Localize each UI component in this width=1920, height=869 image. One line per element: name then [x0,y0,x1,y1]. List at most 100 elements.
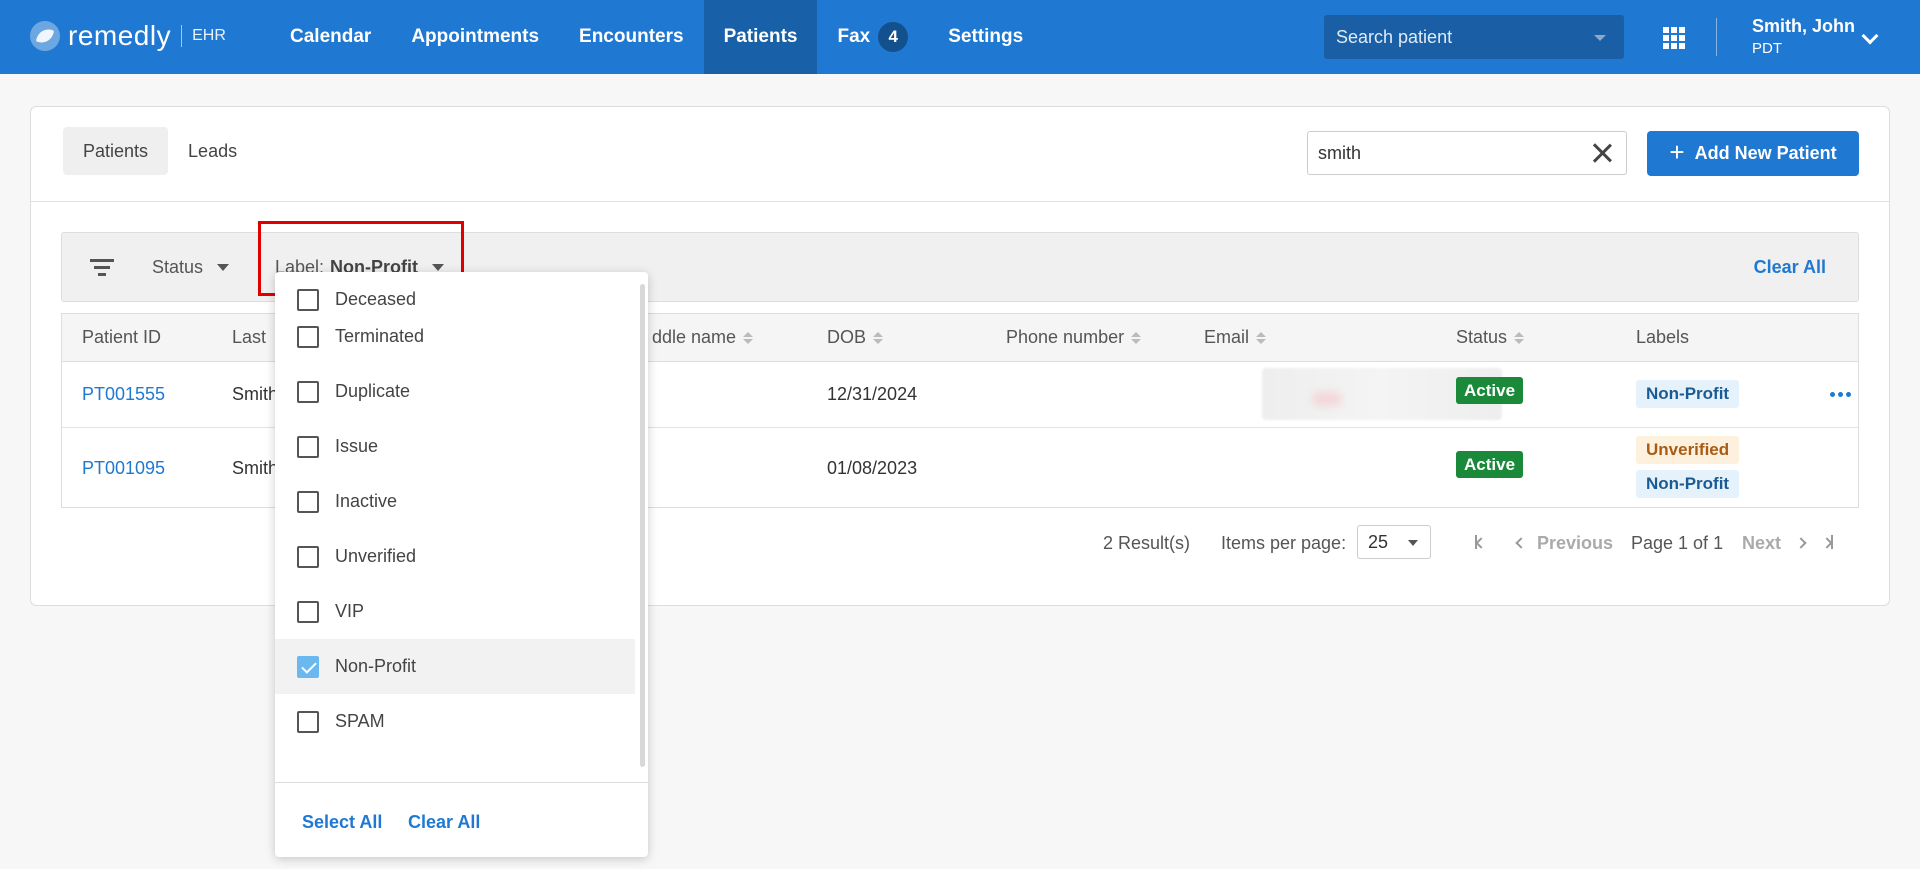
nav-appointments[interactable]: Appointments [391,0,559,74]
label-option-text: Inactive [335,491,398,511]
status-cell: Active [1456,377,1524,404]
chevron-down-icon[interactable] [1861,27,1879,45]
col-dob[interactable]: DOB [827,327,884,348]
col-middle-name-label: ddle name [652,327,737,347]
top-navbar: remedly EHR Calendar Appointments Encoun… [0,0,1920,74]
last-name-cell: Smith [232,384,279,404]
nav-fax-label: Fax [837,26,871,47]
col-email-label: Email [1204,327,1250,347]
checkbox-icon[interactable] [297,600,319,623]
brand-divider [181,25,183,47]
col-phone-label: Phone number [1006,327,1125,347]
label-badge: Non-Profit [1636,380,1740,408]
label-option-inactive[interactable]: Inactive [275,474,635,529]
label-option-issue[interactable]: Issue [275,419,635,474]
clear-search-icon[interactable] [1592,143,1612,163]
nav-calendar[interactable]: Calendar [270,0,391,74]
brand-name: remedly [68,20,172,51]
checkbox-icon[interactable] [297,545,319,568]
checkbox-icon[interactable] [297,380,319,403]
label-badge: Non-Profit [1636,470,1740,498]
patient-id-link[interactable]: PT001555 [82,384,165,405]
next-page-button[interactable]: Next [1742,533,1781,554]
col-patient-id[interactable]: Patient ID [82,327,161,348]
nav-settings[interactable]: Settings [928,0,1043,74]
status-cell: Active [1456,451,1524,478]
label-option-unverified[interactable]: Unverified [275,529,635,584]
add-new-patient-button[interactable]: + Add New Patient [1647,131,1859,176]
checkbox-checked-icon[interactable] [297,655,319,678]
label-option-text: Unverified [335,546,417,566]
card-divider [31,201,1889,202]
patient-id-link[interactable]: PT001095 [82,458,165,479]
page-info: Page 1 of 1 [1631,533,1724,553]
nav-fax[interactable]: Fax 4 [817,0,928,74]
patient-search-select[interactable]: Search patient [1324,15,1624,59]
label-option-non-profit[interactable]: Non-Profit [275,639,635,694]
chevron-left-icon[interactable] [1515,530,1537,554]
search-input[interactable] [1318,142,1578,164]
label-option-text: VIP [335,601,365,621]
results-count: 2 Result(s) [1103,533,1191,553]
items-per-page-select[interactable]: 25 [1357,525,1431,559]
label-option-duplicate[interactable]: Duplicate [275,364,635,419]
label-option-text: Terminated [335,326,425,346]
select-all-button[interactable]: Select All [302,812,382,833]
filter-icon[interactable] [90,259,114,277]
col-middle-name[interactable]: ddle name [652,327,754,348]
sort-icon [1256,331,1267,344]
col-last-name[interactable]: Last [232,327,266,348]
label-option-terminated[interactable]: Terminated [275,309,635,364]
sort-icon [873,331,884,344]
status-badge: Active [1456,377,1524,404]
checkbox-icon[interactable] [297,710,319,733]
tab-leads[interactable]: Leads [168,127,257,175]
col-phone[interactable]: Phone number [1006,327,1142,348]
more-actions-icon[interactable] [1830,392,1854,397]
brand-suffix: EHR [192,27,226,44]
fax-count-badge: 4 [878,22,909,52]
clear-all-filters-button[interactable]: Clear All [1754,257,1826,278]
col-email[interactable]: Email [1204,327,1267,348]
status-filter-label: Status [152,257,204,277]
label-option-vip[interactable]: VIP [275,584,635,639]
label-filter-dropdown: Deceased Terminated Duplicate Issue Inac… [275,272,648,857]
apps-grid-icon[interactable] [1663,27,1685,49]
user-name: Smith, John [1752,16,1855,36]
leaf-icon [30,21,60,51]
label-option-text: SPAM [335,711,385,731]
chevron-right-icon[interactable] [1795,530,1817,554]
clear-all-button[interactable]: Clear All [408,812,480,833]
checkbox-icon[interactable] [297,325,319,348]
label-option-text: Non-Profit [335,656,417,676]
brand-logo[interactable]: remedly EHR [30,20,226,52]
checkbox-icon[interactable] [297,288,319,311]
col-labels: Labels [1636,327,1690,347]
col-status[interactable]: Status [1456,327,1525,348]
nav-patients[interactable]: Patients [703,0,818,74]
checkbox-icon[interactable] [297,490,319,513]
col-status-label: Status [1456,327,1508,347]
status-filter[interactable]: Status [152,257,230,278]
label-option-spam[interactable]: SPAM [275,694,635,749]
patient-search-placeholder: Search patient [1336,26,1453,47]
nav-encounters[interactable]: Encounters [559,0,704,74]
add-new-patient-label: Add New Patient [1694,143,1837,163]
tab-patients[interactable]: Patients [63,127,169,175]
dob-cell: 01/08/2023 [827,458,918,478]
user-menu[interactable]: Smith, John PDT [1752,16,1855,57]
checkbox-icon[interactable] [297,435,319,458]
dropdown-scrollbar[interactable] [640,284,645,767]
first-page-icon[interactable] [1475,530,1495,554]
previous-page-button[interactable]: Previous [1537,533,1613,554]
col-dob-label: DOB [827,327,867,347]
sort-icon [1131,331,1142,344]
labels-cell: Unverified Non-Profit [1636,436,1740,498]
caret-down-icon [1594,35,1606,41]
main-nav: Calendar Appointments Encounters Patient… [270,0,1043,74]
dropdown-footer: Select All Clear All [275,782,648,857]
label-badge: Unverified [1636,436,1740,464]
user-timezone: PDT [1752,40,1782,57]
sort-icon [743,331,754,344]
last-page-icon[interactable] [1821,530,1843,554]
